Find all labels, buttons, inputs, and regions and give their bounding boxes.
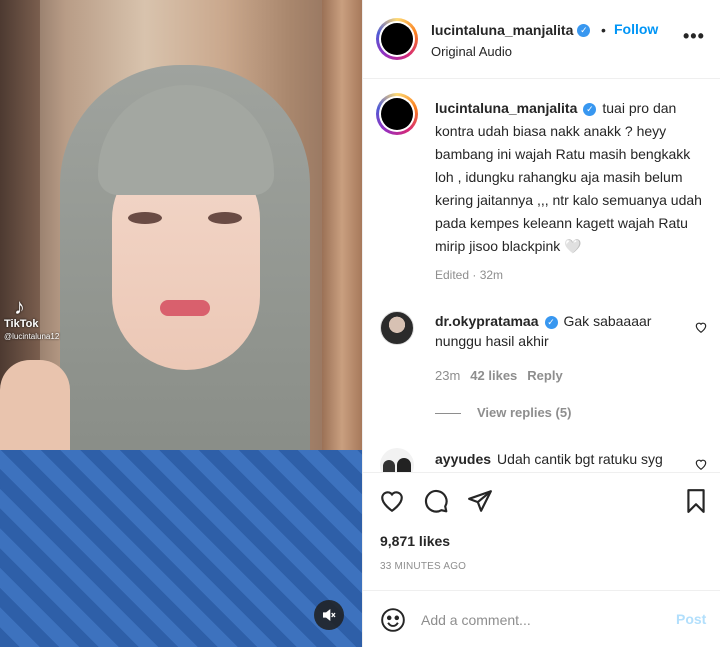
mute-button[interactable] xyxy=(314,600,344,630)
caption-text: tuai pro dan kontra udah biasa nakk anak… xyxy=(435,100,702,254)
share-paper-plane-icon[interactable] xyxy=(467,488,493,514)
comments-section[interactable]: lucintaluna_manjalita ✓ tuai pro dan kontr… xyxy=(363,80,720,472)
caption: lucintaluna_manjalita ✓ tuai pro dan kontr… xyxy=(435,97,707,258)
verified-badge-icon: ✓ xyxy=(544,315,558,329)
comment-like-heart-icon[interactable] xyxy=(694,457,708,471)
comment-likes[interactable]: 42 likes xyxy=(470,368,517,383)
author-username[interactable]: lucintaluna_manjalita xyxy=(431,22,573,38)
verified-badge-icon: ✓ xyxy=(583,102,597,116)
comment-item: dr.okypratamaa ✓ Gak sabaaaar nunggu hasil… xyxy=(435,311,685,351)
more-options-icon[interactable]: ••• xyxy=(683,26,705,47)
add-comment-bar: Post xyxy=(363,590,720,647)
subject-eye-right xyxy=(208,212,242,224)
comment-avatar[interactable] xyxy=(380,448,414,472)
tiktok-brand-text: TikTok xyxy=(4,318,39,330)
save-bookmark-icon[interactable] xyxy=(683,488,709,514)
comment-reply-button[interactable]: Reply xyxy=(527,368,562,383)
comment-text: Udah cantik bgt ratuku syg xyxy=(497,451,663,467)
subject-lips xyxy=(160,300,210,316)
post-header: lucintaluna_manjalita ✓ • Follow Original… xyxy=(363,0,720,79)
subject-eye-left xyxy=(128,212,162,224)
audio-label[interactable]: Original Audio xyxy=(431,44,512,59)
comment-username[interactable]: ayyudes xyxy=(435,451,491,467)
view-replies-label: View replies (5) xyxy=(477,405,572,420)
follow-button[interactable]: Follow xyxy=(614,21,658,37)
add-comment-input[interactable] xyxy=(421,608,661,632)
likes-count[interactable]: 9,871 likes xyxy=(380,533,450,549)
post-side-panel: lucintaluna_manjalita ✓ • Follow Original… xyxy=(362,0,720,647)
speaker-muted-icon xyxy=(323,608,336,622)
view-replies-button[interactable]: View replies (5) xyxy=(435,405,571,420)
caption-author-avatar[interactable] xyxy=(376,93,418,135)
post-timestamp[interactable]: 33 MINUTES AGO xyxy=(380,561,466,572)
verified-badge-icon: ✓ xyxy=(577,24,591,38)
post-comment-button[interactable]: Post xyxy=(676,611,706,627)
caption-edited-meta: Edited · 32m xyxy=(435,268,504,282)
comment-avatar[interactable] xyxy=(380,311,414,345)
emoji-icon[interactable] xyxy=(380,607,406,633)
view-replies-divider xyxy=(435,413,461,415)
comment-like-heart-icon[interactable] xyxy=(694,320,708,334)
post-media[interactable]: ♪ TikTok @lucintaluna12 xyxy=(0,0,362,647)
tiktok-watermark: ♪ TikTok @lucintaluna12 xyxy=(4,294,60,342)
comment-bubble-icon[interactable] xyxy=(423,488,449,514)
tiktok-logo-icon: ♪ xyxy=(14,294,25,319)
subject-blue-top xyxy=(0,450,362,647)
comment-time: 23m xyxy=(435,368,461,383)
caption-username[interactable]: lucintaluna_manjalita xyxy=(435,100,577,116)
author-avatar[interactable] xyxy=(376,18,418,60)
post-actions: 9,871 likes 33 MINUTES AGO xyxy=(363,472,720,590)
comment-meta: 23m 42 likes Reply xyxy=(435,368,563,383)
tiktok-handle-text: @lucintaluna12 xyxy=(4,332,60,341)
author-username-row: lucintaluna_manjalita ✓ xyxy=(431,22,591,40)
header-separator: • xyxy=(601,22,606,38)
comment-item: ayyudes Udah cantik bgt ratuku syg xyxy=(435,449,685,469)
comment-username[interactable]: dr.okypratamaa xyxy=(435,313,539,329)
like-heart-icon[interactable] xyxy=(379,488,405,514)
